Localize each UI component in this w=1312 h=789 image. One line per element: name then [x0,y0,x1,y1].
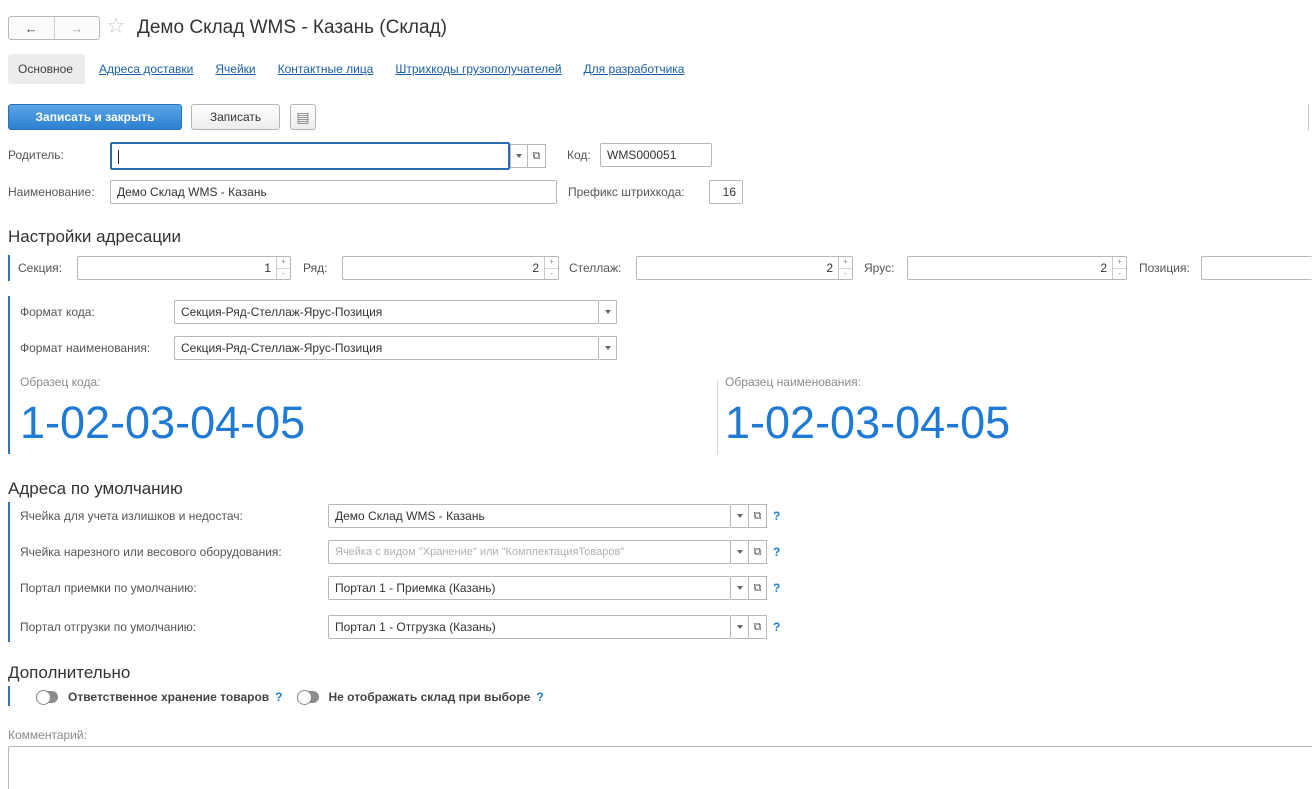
tier-field[interactable]: 2 + - [907,256,1127,280]
hide-warehouse-help-icon[interactable]: ? [536,690,543,704]
tab-developer[interactable]: Для разработчика [584,54,685,84]
barcode-prefix-label: Префикс штрихкода: [568,185,685,199]
defaults-group-bar [8,502,10,642]
rack-spinner-icon[interactable]: + - [838,257,852,279]
shipment-portal-select[interactable]: Портал 1 - Отгрузка (Казань) ⧉ ? [328,615,780,639]
name-sample-label: Образец наименования: [725,375,861,389]
parent-dropdown-icon[interactable] [510,144,528,168]
comment-label: Комментарий: [8,728,87,742]
name-field[interactable]: Демо Склад WMS - Казань [110,180,557,204]
tab-consignee-barcodes[interactable]: Штрихкоды грузополучателей [395,54,561,84]
navigation-buttons: ← → [8,16,100,40]
hide-warehouse-label: Не отображать склад при выборе [328,690,531,704]
code-field[interactable]: WMS000051 [600,143,712,167]
format-group-bar [8,296,10,454]
tab-main[interactable]: Основное [8,54,85,84]
receipt-portal-label: Портал приемки по умолчанию: [20,581,197,595]
tab-contacts[interactable]: Контактные лица [278,54,374,84]
custody-help-icon[interactable]: ? [275,690,282,704]
barcode-prefix-field[interactable]: 16 [709,180,743,204]
extra-group-bar [8,686,10,706]
shipment-portal-help-icon[interactable]: ? [773,620,780,634]
receipt-portal-dropdown-icon[interactable] [731,576,749,600]
save-and-close-button[interactable]: Записать и закрыть [8,104,182,130]
tier-spinner-icon[interactable]: + - [1112,257,1126,279]
document-list-icon[interactable]: ▤ [290,104,316,130]
name-format-label: Формат наименования: [20,341,151,355]
shipment-portal-label: Портал отгрузки по умолчанию: [20,620,197,634]
defaults-section-title: Адреса по умолчанию [8,479,183,498]
parent-label: Родитель: [8,148,64,162]
surplus-cell-open-icon[interactable]: ⧉ [749,504,767,528]
cutting-cell-select[interactable]: Ячейка с видом "Хранение" или "Комплекта… [328,540,780,564]
cutting-cell-help-icon[interactable]: ? [773,545,780,559]
row-label: Ряд: [303,261,328,275]
custody-label: Ответственное хранение товаров [68,690,270,704]
position-field[interactable] [1201,256,1312,280]
row-spinner-icon[interactable]: + - [544,257,558,279]
tab-cells[interactable]: Ячейки [215,54,255,84]
name-sample-divider [717,380,718,454]
section-label: Секция: [18,261,62,275]
cutting-cell-label: Ячейка нарезного или весового оборудован… [20,545,282,559]
parent-open-icon[interactable]: ⧉ [528,144,546,168]
shipment-portal-open-icon[interactable]: ⧉ [749,615,767,639]
addressing-group-bar [8,255,10,281]
surplus-cell-dropdown-icon[interactable] [731,504,749,528]
comment-textarea[interactable] [8,746,1312,789]
code-sample-value: 1-02-03-04-05 [20,397,306,448]
shipment-portal-dropdown-icon[interactable] [731,615,749,639]
custody-toggle[interactable] [36,690,58,705]
receipt-portal-select[interactable]: Портал 1 - Приемка (Казань) ⧉ ? [328,576,780,600]
name-format-dropdown-icon[interactable] [599,336,617,360]
parent-field: ⧉ [110,142,546,170]
surplus-cell-label: Ячейка для учета излишков и недостач: [20,509,243,523]
tab-bar: Основное Адреса доставки Ячейки Контактн… [8,54,706,84]
favorite-star-icon[interactable]: ☆ [106,14,126,38]
cutting-cell-open-icon[interactable]: ⧉ [749,540,767,564]
section-field[interactable]: 1 + - [77,256,291,280]
rack-field[interactable]: 2 + - [636,256,853,280]
back-arrow-icon[interactable]: ← [9,17,54,39]
cutting-cell-dropdown-icon[interactable] [731,540,749,564]
cutting-cell-placeholder: Ячейка с видом "Хранение" или "Комплекта… [335,546,625,558]
code-format-label: Формат кода: [20,305,95,319]
window-title: Демо Склад WMS - Казань (Склад) [137,17,447,38]
extra-section-title: Дополнительно [8,663,131,682]
tier-label: Ярус: [864,261,895,275]
receipt-portal-open-icon[interactable]: ⧉ [749,576,767,600]
code-label: Код: [567,148,591,162]
position-label: Позиция: [1139,261,1190,275]
toolbar-edge [1308,104,1312,130]
custody-toggle-row: Ответственное хранение товаров ? Не отоб… [20,689,544,705]
hide-warehouse-toggle[interactable] [296,690,319,705]
name-format-select[interactable]: Секция-Ряд-Стеллаж-Ярус-Позиция [174,336,617,360]
save-button[interactable]: Записать [191,104,280,130]
row-field[interactable]: 2 + - [342,256,559,280]
rack-label: Стеллаж: [569,261,622,275]
surplus-cell-select[interactable]: Демо Склад WMS - Казань ⧉ ? [328,504,780,528]
code-sample-label: Образец кода: [20,375,101,389]
receipt-portal-help-icon[interactable]: ? [773,581,780,595]
surplus-cell-help-icon[interactable]: ? [773,509,780,523]
section-spinner-icon[interactable]: + - [276,257,290,279]
tab-delivery-addresses[interactable]: Адреса доставки [99,54,193,84]
addressing-section-title: Настройки адресации [8,227,182,246]
parent-input[interactable] [110,142,510,170]
name-label: Наименование: [8,185,95,199]
name-sample-value: 1-02-03-04-05 [725,397,1011,448]
code-format-select[interactable]: Секция-Ряд-Стеллаж-Ярус-Позиция [174,300,617,324]
forward-arrow-icon[interactable]: → [53,17,100,39]
code-format-dropdown-icon[interactable] [599,300,617,324]
